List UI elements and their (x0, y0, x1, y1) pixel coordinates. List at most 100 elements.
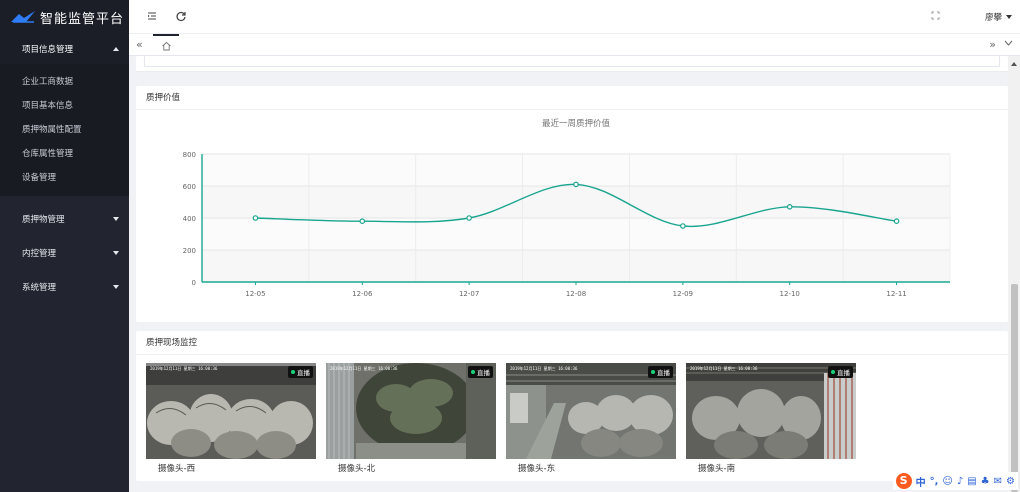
camera-card[interactable]: 2019年12月11日 星期三 16:00:36 直播 摄像头-西 (146, 363, 316, 474)
x-tick-label: 12-08 (566, 290, 586, 298)
live-badge: 直播 (828, 366, 853, 378)
ime-mode-icon[interactable]: 中 (916, 474, 926, 489)
caret-down-icon (1006, 15, 1012, 19)
ime-emoji-icon[interactable]: ☺ (942, 476, 952, 487)
data-point (893, 218, 900, 225)
caret-down-icon (113, 251, 119, 255)
camera-timestamp: 2019年12月11日 星期三 16:00:36 (690, 366, 758, 371)
pledge-value-chart: 最近一周质押价值 0 200 400 600 800 12-05 12-06 12-07 12-0… (183, 118, 951, 298)
panel-title: 质押价值 (136, 86, 1008, 110)
live-dot-icon (651, 370, 655, 374)
y-tick-label: 0 (192, 279, 196, 287)
y-tick-label: 200 (183, 247, 196, 255)
data-point (466, 215, 472, 221)
menu-group-label: 内控管理 (22, 249, 57, 259)
chart-band (202, 250, 950, 282)
chart-band (202, 186, 950, 218)
chevron-down-icon[interactable] (1004, 38, 1013, 49)
data-point (680, 223, 686, 229)
camera-card[interactable]: 2019年12月11日 星期三 16:00:36 直播 摄像头-南 (686, 363, 856, 474)
camera-feed[interactable]: 2019年12月11日 星期三 16:00:36 直播 (146, 363, 316, 459)
camera-label: 摄像头-西 (158, 464, 196, 474)
tabs-bar: « » (129, 34, 1020, 56)
caret-up-icon (113, 47, 119, 51)
brand-logo-icon (11, 11, 35, 23)
sogou-logo-icon[interactable]: S (895, 473, 912, 489)
x-tick-label: 12-06 (352, 290, 373, 298)
fullscreen-icon[interactable] (931, 11, 940, 23)
x-tick-label: 12-11 (886, 290, 906, 298)
menu-group-project-info[interactable]: 项目信息管理 (0, 34, 129, 64)
menu-item-device-management[interactable]: 设备管理 (0, 166, 129, 190)
panel-title: 质押现场监控 (136, 331, 1008, 355)
y-tick-label: 600 (183, 183, 196, 191)
menu-group-label: 质押物管理 (22, 215, 65, 225)
x-tick-label: 12-07 (459, 290, 479, 298)
camera-card[interactable]: 2019年12月11日 星期三 16:00:36 直播 摄像头-东 (506, 363, 676, 474)
camera-feed[interactable]: 2019年12月11日 星期三 16:00:36 直播 (686, 363, 856, 459)
live-dot-icon (291, 370, 295, 374)
app-title: 智能监管平台 (40, 11, 125, 27)
camera-feed[interactable]: 2019年12月11日 星期三 16:00:36 直播 (326, 363, 496, 459)
menu-fold-icon[interactable] (146, 10, 158, 22)
ime-mail-icon[interactable]: ✉ (994, 476, 1002, 487)
live-badge: 直播 (648, 366, 673, 378)
menu-collapsed-groups: 质押物管理 内控管理 系统管理 (0, 202, 129, 304)
y-tick-label: 400 (183, 215, 196, 223)
main-content: 质押价值 最近一周质押价值 0 200 400 600 800 12-05 12-06 12-0… (129, 56, 1009, 492)
chart-band (202, 218, 950, 250)
x-tick-label: 12-10 (780, 290, 800, 298)
pledge-value-panel: 质押价值 最近一周质押价值 0 200 400 600 800 12-05 12-06 12-0… (136, 86, 1008, 322)
y-tick-label: 800 (183, 151, 196, 159)
camera-label: 摄像头-北 (338, 464, 376, 474)
menu-group-label: 项目信息管理 (22, 45, 74, 55)
x-tick-label: 12-05 (245, 290, 265, 298)
user-menu[interactable]: 廖攀 (985, 11, 1012, 23)
tab-home[interactable] (153, 34, 179, 56)
menu-item-project-info[interactable]: 项目基本信息 (0, 94, 129, 118)
ime-settings-icon[interactable]: ⚙ (1006, 476, 1015, 487)
live-dot-icon (831, 370, 835, 374)
caret-down-icon (113, 285, 119, 289)
x-tick-label: 12-09 (673, 290, 693, 298)
menu-item-warehouse-attr[interactable]: 仓库属性管理 (0, 142, 129, 166)
live-dot-icon (471, 370, 475, 374)
home-icon (161, 41, 171, 51)
ime-toolbar: S 中 °, ☺ ♪ ▤ ♣ ✉ ⚙ (892, 472, 1018, 490)
top-header: 廖攀 (129, 0, 1020, 34)
tabs-scroll-left-icon[interactable]: « (136, 38, 143, 51)
page-scrollbar[interactable] (1009, 56, 1020, 492)
data-point (786, 204, 793, 210)
submenu: 企业工商数据 项目基本信息 质押物属性配置 仓库属性管理 设备管理 (0, 64, 129, 196)
ime-punctuation-icon[interactable]: °, (930, 476, 939, 487)
camera-list: 2019年12月11日 星期三 16:00:36 直播 摄像头-西 2019年1… (146, 363, 856, 474)
scroll-up-icon[interactable] (1011, 62, 1017, 66)
camera-card[interactable]: 2019年12月11日 星期三 16:00:36 直播 摄像头-北 (326, 363, 496, 474)
menu-item-pledge-attr-config[interactable]: 质押物属性配置 (0, 118, 129, 142)
menu-group-pledge-management[interactable]: 质押物管理 (0, 202, 129, 236)
monitor-panel: 质押现场监控 2019年12月11日 星期三 16:00:36 直播 摄像头-西 (136, 331, 1008, 481)
menu-group-internal-control[interactable]: 内控管理 (0, 236, 129, 270)
camera-timestamp: 2019年12月11日 星期三 16:00:36 (330, 366, 398, 371)
camera-timestamp: 2019年12月11日 星期三 16:00:36 (510, 366, 578, 371)
user-name: 廖攀 (984, 13, 1002, 23)
scroll-thumb[interactable] (1011, 284, 1018, 492)
camera-timestamp: 2019年12月11日 星期三 16:00:36 (150, 366, 218, 371)
ime-skin-icon[interactable]: ♣ (981, 476, 990, 487)
menu-group-system[interactable]: 系统管理 (0, 270, 129, 304)
menu-item-company-data[interactable]: 企业工商数据 (0, 70, 129, 94)
ime-voice-icon[interactable]: ♪ (957, 476, 963, 487)
ime-keyboard-icon[interactable]: ▤ (967, 476, 976, 487)
caret-down-icon (113, 217, 119, 221)
brand[interactable]: 智能监管平台 (0, 0, 129, 34)
data-point (573, 181, 579, 188)
menu-group-label: 系统管理 (22, 283, 57, 293)
refresh-icon[interactable] (175, 10, 187, 22)
camera-feed[interactable]: 2019年12月11日 星期三 16:00:36 直播 (506, 363, 676, 459)
camera-label: 摄像头-南 (698, 464, 736, 474)
camera-label: 摄像头-东 (518, 464, 556, 474)
chart-title: 最近一周质押价值 (542, 118, 611, 129)
tabs-scroll-right-icon[interactable]: » (989, 38, 996, 51)
sidebar: 智能监管平台 项目信息管理 企业工商数据 项目基本信息 质押物属性配置 仓库属性… (0, 0, 129, 492)
chart-band (202, 154, 950, 186)
